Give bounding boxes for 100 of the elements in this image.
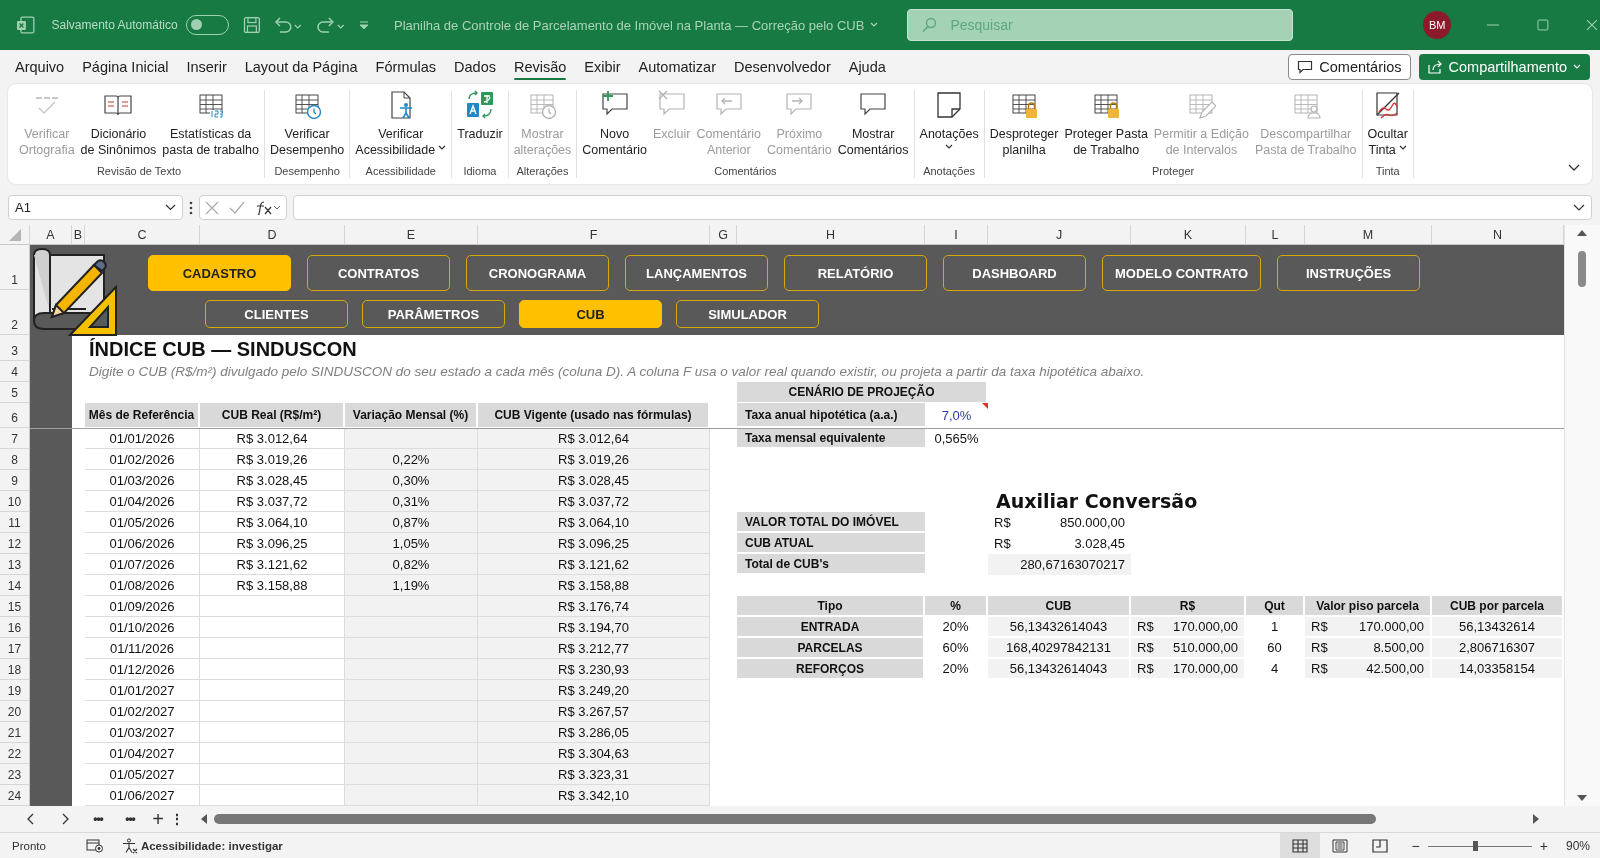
name-box[interactable]: A1 (8, 195, 183, 220)
row-header[interactable]: 24 (0, 785, 30, 806)
row-header[interactable]: 17 (0, 638, 30, 659)
nav-button[interactable]: PARÂMETROS (362, 300, 505, 328)
row-header[interactable]: 18 (0, 659, 30, 680)
ribbon-button[interactable]: Traduzir (455, 90, 505, 165)
previous-icon[interactable] (26, 813, 36, 825)
collapse-ribbon-icon[interactable] (1568, 164, 1580, 172)
comments-button[interactable]: Comentários (1288, 54, 1411, 80)
close-icon[interactable] (1584, 17, 1600, 33)
vertical-scrollbar[interactable] (1564, 225, 1600, 806)
column-header[interactable]: E (345, 225, 478, 245)
ribbon-button[interactable]: Novo Comentário (580, 90, 649, 165)
nav-button[interactable]: CLIENTES (205, 300, 348, 328)
row-header[interactable]: 3 (0, 335, 30, 361)
zoom-in-button[interactable]: + (1537, 837, 1550, 854)
scroll-up-icon[interactable] (1577, 229, 1587, 237)
ribbon-button[interactable]: Verificar Acessibilidade (353, 90, 449, 165)
column-header[interactable]: M (1305, 225, 1432, 245)
zoom-slider-thumb[interactable] (1472, 840, 1478, 851)
nav-button[interactable]: CRONOGRAMA (466, 255, 609, 291)
row-header[interactable]: 2 (0, 290, 30, 335)
column-header[interactable]: G (710, 225, 737, 245)
row-header[interactable]: 20 (0, 701, 30, 722)
menu-tab[interactable]: Revisão (504, 52, 576, 82)
save-icon[interactable] (243, 16, 261, 34)
row-header[interactable]: 8 (0, 449, 30, 470)
nav-button[interactable]: RELATÓRIO (784, 255, 927, 291)
column-header[interactable]: B (72, 225, 85, 245)
horizontal-scrollbar[interactable] (200, 811, 1540, 827)
more-sheets-left[interactable]: ••• (82, 812, 114, 826)
column-header[interactable]: H (737, 225, 925, 245)
nav-button[interactable]: DASHBOARD (943, 255, 1086, 291)
accessibility-status[interactable]: Acessibilidade: investigar (140, 839, 283, 852)
ribbon-button[interactable]: Proteger Pasta de Trabalho (1062, 90, 1150, 165)
more-icon[interactable] (189, 200, 193, 215)
nav-button[interactable]: CONTRATOS (307, 255, 450, 291)
nav-button[interactable]: SIMULADOR (676, 300, 819, 328)
column-header[interactable]: N (1432, 225, 1564, 245)
row-header[interactable]: 12 (0, 533, 30, 554)
row-header[interactable]: 6 (0, 403, 30, 428)
column-header[interactable]: C (85, 225, 200, 245)
scrollbar-thumb[interactable] (1578, 251, 1586, 287)
scroll-left-icon[interactable] (200, 814, 208, 824)
caret-icon[interactable] (870, 22, 880, 28)
column-header[interactable]: I (925, 225, 988, 245)
macro-recorder-icon[interactable] (85, 838, 104, 853)
more-sheets-right[interactable]: ••• (114, 812, 146, 826)
ribbon-button[interactable]: Ocultar Tinta (1365, 90, 1410, 165)
expand-icon[interactable] (1573, 203, 1585, 212)
ribbon-button[interactable]: Mostrar Comentários (835, 90, 911, 165)
ribbon-button[interactable]: Anotações (917, 90, 981, 165)
scrollbar-thumb[interactable] (214, 814, 1376, 824)
row-header[interactable]: 5 (0, 382, 30, 403)
user-avatar[interactable]: BM (1423, 11, 1452, 39)
row-header[interactable]: 9 (0, 470, 30, 491)
share-button[interactable]: Compartilhamento (1418, 54, 1590, 80)
scroll-down-icon[interactable] (1577, 794, 1587, 802)
sheet-options[interactable]: ⋮ (170, 811, 184, 827)
row-header[interactable]: 7 (0, 428, 30, 449)
column-header[interactable]: D (200, 225, 345, 245)
nav-button[interactable]: MODELO CONTRATO (1102, 255, 1262, 291)
ribbon-button[interactable]: Dicionário de Sinônimos (78, 90, 159, 165)
customize-icon[interactable] (358, 19, 370, 31)
function-icon[interactable] (255, 200, 281, 215)
row-header[interactable]: 21 (0, 722, 30, 743)
column-header[interactable]: L (1246, 225, 1305, 245)
column-header[interactable]: A (30, 225, 72, 245)
menu-tab[interactable]: Automatizar (629, 52, 725, 82)
select-all-corner[interactable] (0, 225, 30, 245)
maximize-icon[interactable] (1534, 17, 1551, 33)
menu-tab[interactable]: Layout da Página (235, 52, 367, 82)
input-cell[interactable]: 7,0% (925, 403, 988, 428)
nav-button[interactable]: INSTRUÇÕES (1277, 255, 1421, 291)
row-header[interactable]: 14 (0, 575, 30, 596)
ribbon-button[interactable]: Desproteger planilha (987, 90, 1061, 165)
row-header[interactable]: 15 (0, 596, 30, 617)
nav-button[interactable]: CUB (519, 300, 662, 328)
row-header[interactable]: 19 (0, 680, 30, 701)
nav-button[interactable]: CADASTRO (148, 255, 291, 291)
row-header[interactable]: 22 (0, 743, 30, 764)
row-header[interactable]: 11 (0, 512, 30, 533)
menu-tab[interactable]: Dados (445, 52, 505, 82)
row-header[interactable]: 10 (0, 491, 30, 512)
zoom-slider[interactable] (1427, 840, 1532, 851)
redo-icon[interactable] (316, 16, 347, 34)
row-header[interactable]: 4 (0, 361, 30, 382)
row-header[interactable]: 13 (0, 554, 30, 575)
nav-button[interactable]: LANÇAMENTOS (625, 255, 768, 291)
undo-icon[interactable] (272, 16, 303, 34)
menu-tab[interactable]: Página Inicial (73, 52, 178, 82)
menu-tab[interactable]: Fórmulas (366, 52, 446, 82)
menu-tab[interactable]: Arquivo (6, 52, 74, 82)
search-field[interactable]: Pesquisar (907, 9, 1294, 41)
accessibility-icon[interactable] (121, 837, 138, 854)
cancel-icon[interactable] (205, 200, 219, 215)
add-sheet[interactable]: + (146, 807, 170, 831)
next-icon[interactable] (60, 813, 70, 825)
row-header[interactable]: 23 (0, 764, 30, 785)
formula-field[interactable] (293, 195, 1592, 220)
